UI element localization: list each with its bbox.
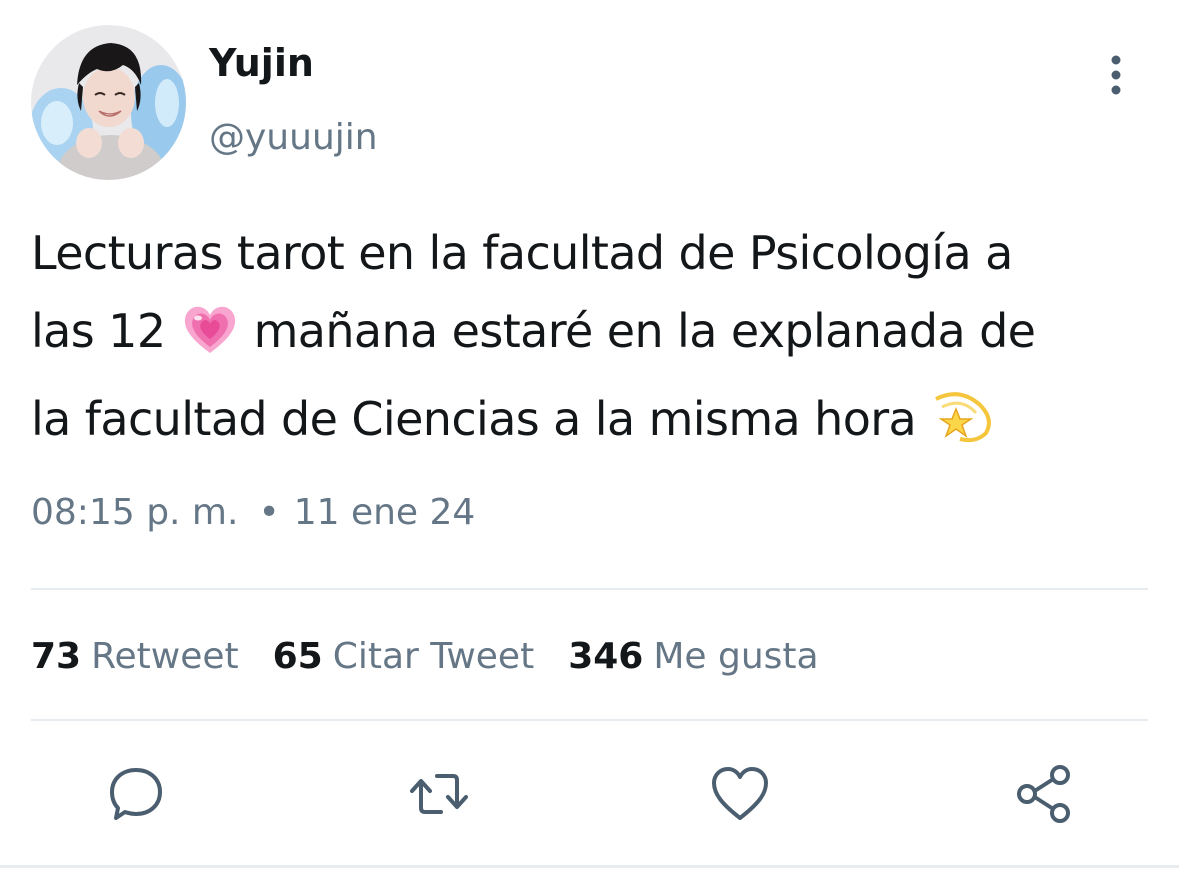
- heart-icon: [712, 767, 768, 820]
- tweet-text-line-2b: mañana estaré en la explanada de: [253, 304, 1036, 358]
- retweets-label: Retweet: [91, 636, 239, 677]
- tweet-text-line-2a: las 12: [31, 304, 166, 358]
- tweet-text: Lecturas tarot en la facultad de Psicolo…: [31, 214, 1151, 468]
- retweets-count: 73: [31, 636, 82, 677]
- avatar[interactable]: [31, 25, 186, 180]
- avatar-image: [31, 25, 186, 180]
- quotes-stat[interactable]: 65 Citar Tweet: [273, 636, 535, 678]
- author-handle[interactable]: @yuuujin: [209, 120, 378, 156]
- tweet-date: 11 ene 24: [293, 492, 476, 533]
- divider-bottom: [31, 719, 1148, 721]
- tweet-timestamp[interactable]: 08:15 p. m. • 11 ene 24: [31, 493, 475, 533]
- quotes-label: Citar Tweet: [332, 636, 535, 677]
- tweet-time: 08:15 p. m.: [31, 492, 239, 533]
- likes-count: 346: [568, 636, 644, 677]
- bottom-border: [0, 865, 1179, 868]
- author-display-name[interactable]: Yujin: [209, 44, 314, 82]
- retweet-button[interactable]: [407, 762, 471, 826]
- tweet-card: Yujin @yuuujin Lecturas tarot en la facu…: [0, 0, 1179, 885]
- share-button[interactable]: [1012, 762, 1076, 826]
- divider-top: [31, 588, 1148, 590]
- reply-button[interactable]: [104, 762, 168, 826]
- retweets-stat[interactable]: 73 Retweet: [31, 636, 239, 678]
- engagement-stats: 73 Retweet 65 Citar Tweet 346 Me gusta: [31, 636, 853, 678]
- dizzy-star-emoji: [930, 385, 994, 468]
- likes-stat[interactable]: 346 Me gusta: [568, 636, 818, 678]
- more-options-button[interactable]: [1096, 52, 1136, 98]
- tweet-text-line-3: la facultad de Ciencias a la misma hora: [31, 392, 917, 446]
- reply-icon: [110, 768, 162, 820]
- more-vertical-icon: [1111, 55, 1121, 95]
- tweet-text-line-1: Lecturas tarot en la facultad de Psicolo…: [31, 226, 1013, 280]
- quotes-count: 65: [272, 636, 323, 677]
- like-button[interactable]: [708, 762, 772, 826]
- likes-label: Me gusta: [653, 636, 819, 677]
- separator-dot: •: [258, 492, 280, 533]
- retweet-icon: [410, 774, 468, 814]
- growing-heart-emoji: [180, 301, 240, 380]
- share-icon: [1017, 765, 1070, 823]
